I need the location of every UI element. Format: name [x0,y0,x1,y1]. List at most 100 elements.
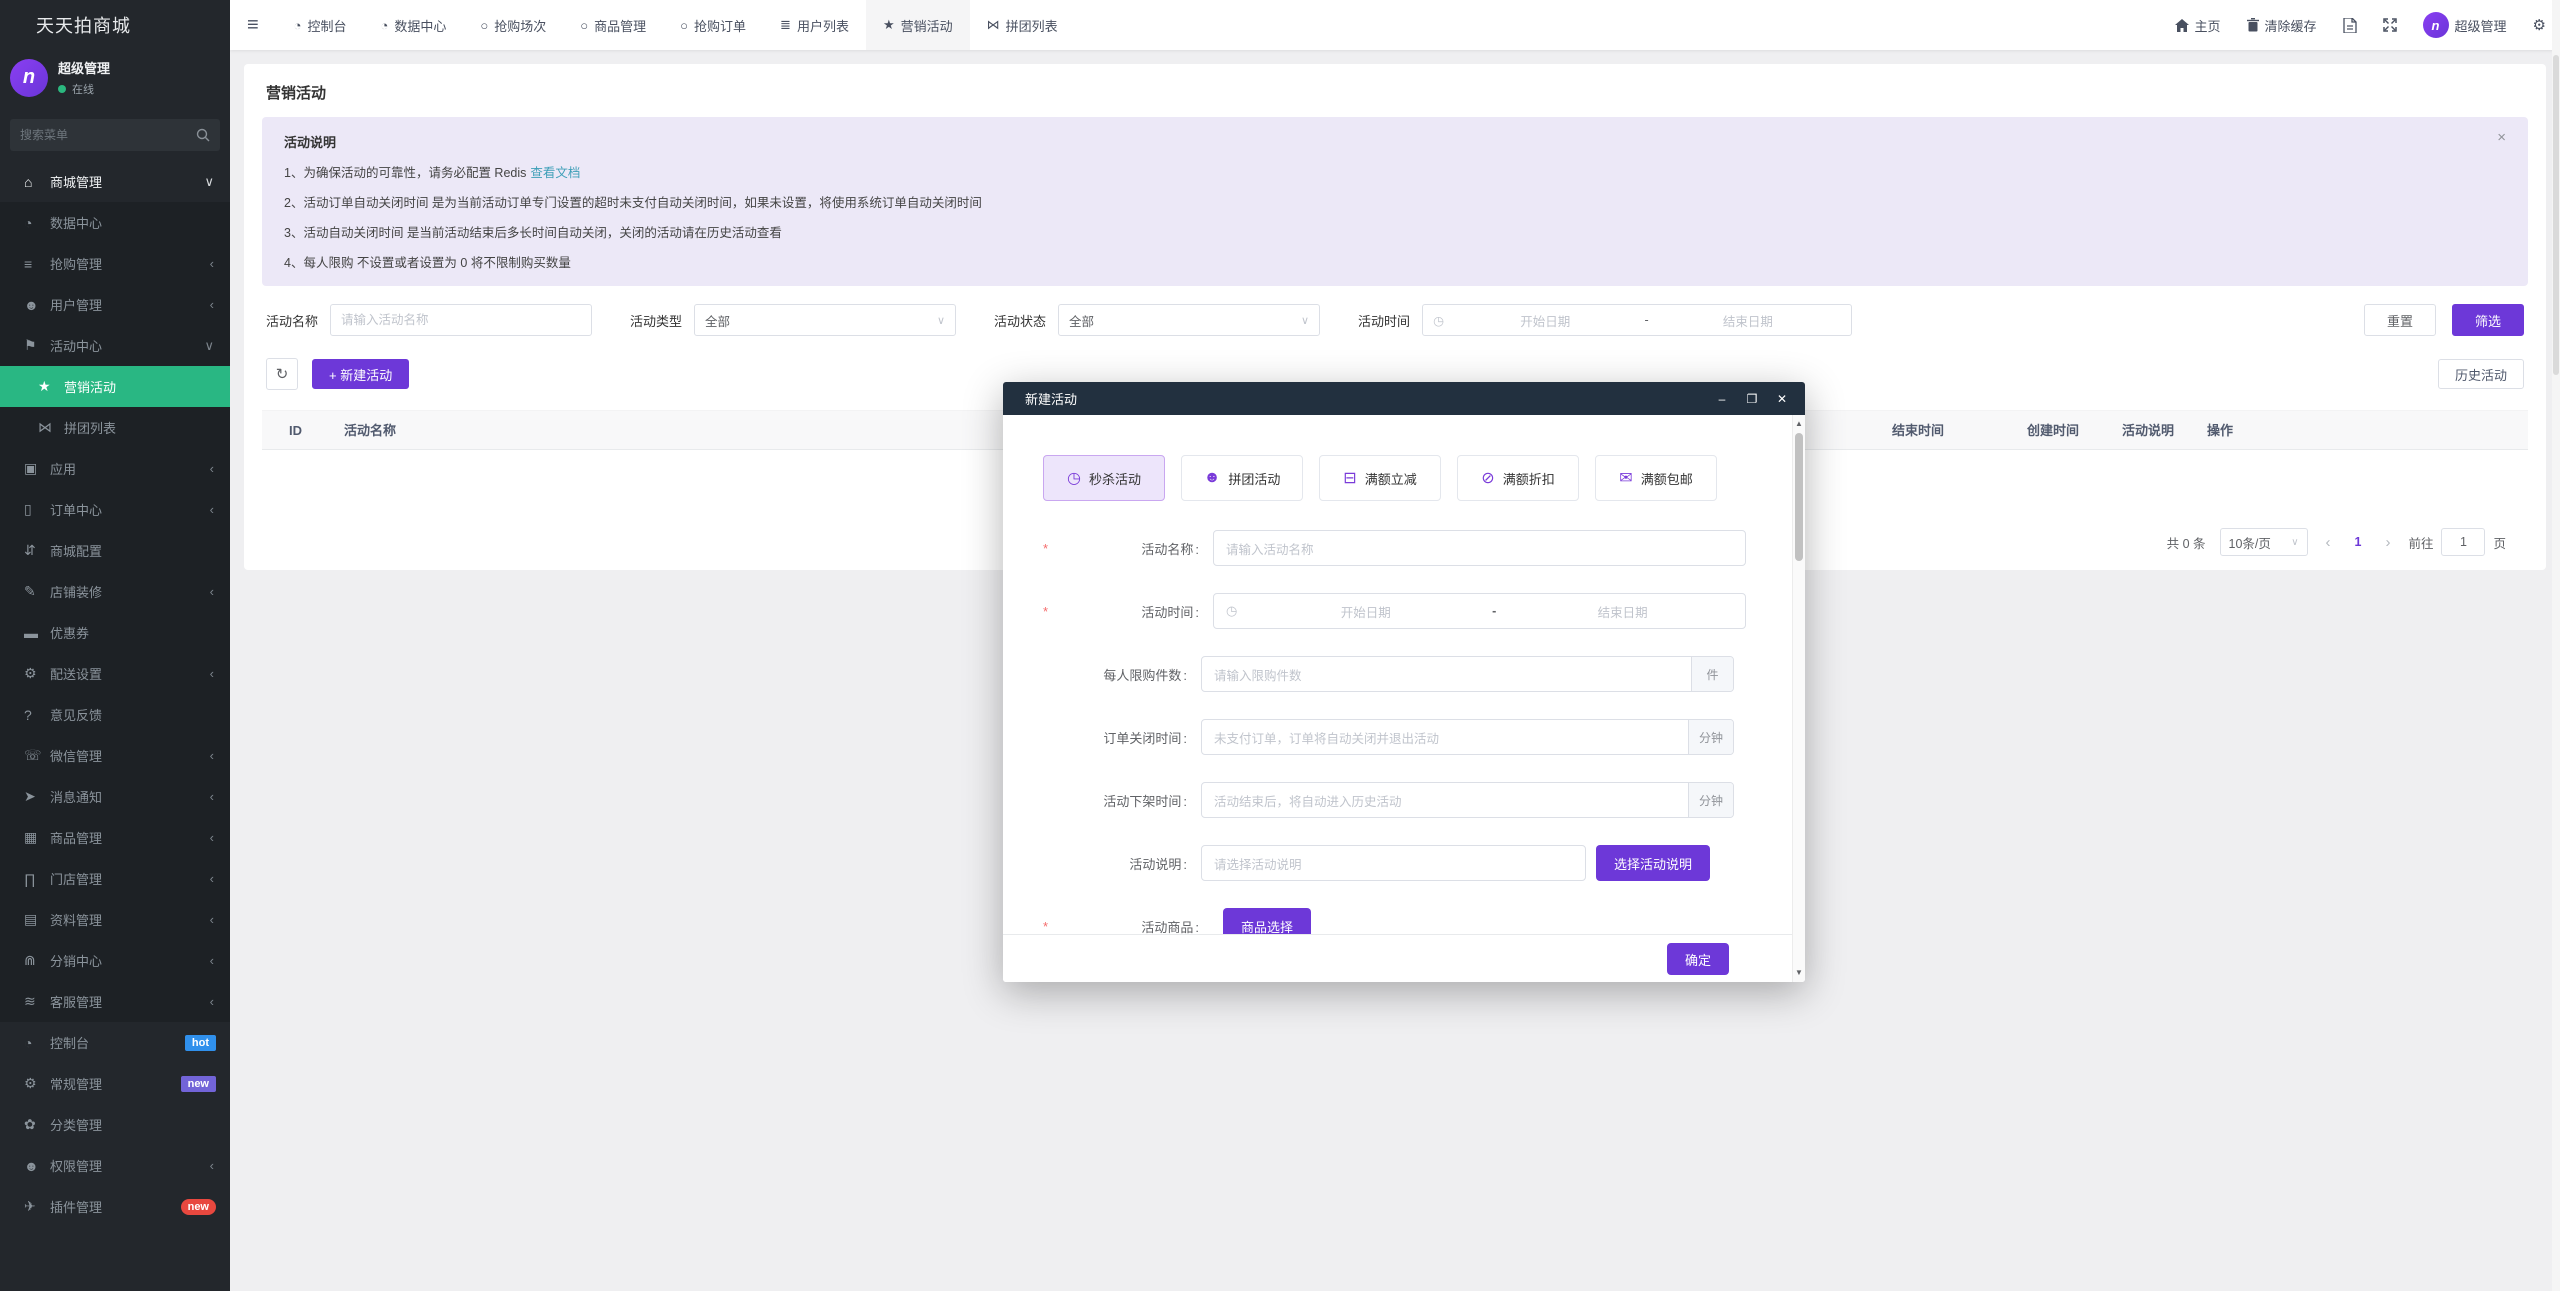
app-icon: ▣ [24,460,48,477]
activity-type-select[interactable]: 全部 ∨ [694,304,956,336]
filter-button[interactable]: 筛选 [2452,304,2524,336]
sidebar-item-wechat-manage[interactable]: ☏ 微信管理 ‹ [0,735,230,776]
notice-title: 活动说明 [284,132,2506,151]
sidebar-item-data-center[interactable]: ◔ 数据中心 [0,202,230,243]
user-menu[interactable]: n 超级管理 [2423,12,2507,38]
sidebar-item-user-manage[interactable]: ☻ 用户管理 ‹ [0,284,230,325]
chevron-down-icon: ∨ [1301,314,1309,327]
sidebar-item-mall-config[interactable]: ⇵ 商城配置 [0,530,230,571]
order-icon: ▯ [24,501,48,518]
dialog-header[interactable]: 新建活动 – ❐ ✕ [1003,382,1805,415]
sidebar-item-shop-decorate[interactable]: ✎ 店铺装修 ‹ [0,571,230,612]
sidebar-item-general-manage[interactable]: ⚙ 常规管理 new [0,1063,230,1104]
maximize-icon[interactable]: ❐ [1745,392,1759,406]
tab-flash-sessions[interactable]: ○ 抢购场次 [463,0,563,50]
activity-name-input-field[interactable] [341,313,581,327]
avatar: n [2423,12,2449,38]
sidebar-item-groupbuy-list[interactable]: ⋈ 拼团列表 [0,407,230,448]
field-label: 活动说明 [1043,854,1201,873]
gear-icon: ⚙ [24,665,48,682]
page-scrollbar[interactable] [2552,0,2560,1291]
chevron-down-icon: ∨ [937,314,945,327]
settings-button[interactable]: ⚙ [2533,16,2546,34]
tab-marketing-activity[interactable]: ★ 营销活动 [866,0,970,50]
activity-name-input[interactable] [330,304,592,336]
sidebar-item-activity-center[interactable]: ⚑ 活动中心 ∨ [0,325,230,366]
prev-page-button[interactable]: ‹ [2322,534,2335,551]
sidebar-item-console[interactable]: ◔ 控制台 hot [0,1022,230,1063]
activity-time-range-picker[interactable]: ◷ 开始日期 - 结束日期 [1422,304,1852,336]
scroll-down-icon[interactable]: ▼ [1793,966,1805,980]
circle-icon: ○ [480,18,488,33]
sidebar-item-mall-manage[interactable]: ⌂ 商城管理 ∨ [0,161,230,202]
sidebar-item-material-manage[interactable]: ▤ 资料管理 ‹ [0,899,230,940]
tab-data-center[interactable]: ◔ 数据中心 [364,0,464,50]
field-input[interactable]: 未支付订单，订单将自动关闭并退出活动 分钟 [1201,719,1734,755]
sidebar-search-input[interactable] [20,128,196,142]
reset-button[interactable]: 重置 [2364,304,2436,336]
sidebar-item-plugin-manage[interactable]: ✈ 插件管理 new [0,1186,230,1227]
gear-icon: ⚙ [24,1075,48,1092]
field-input[interactable]: 请选择活动说明 [1201,845,1586,881]
sidebar-item-store-manage[interactable]: ∏ 门店管理 ‹ [0,858,230,899]
dialog-scrollbar[interactable]: ▲ ▼ [1792,415,1805,982]
type-full-reduction[interactable]: ⊟ 满额立减 [1319,455,1441,501]
close-icon[interactable]: ✕ [1775,392,1789,406]
sidebar-search[interactable] [10,119,220,151]
type-free-shipping[interactable]: ✉ 满额包邮 [1595,455,1717,501]
close-icon[interactable]: × [2497,129,2506,146]
history-activity-button[interactable]: 历史活动 [2438,359,2524,389]
fullscreen-button[interactable] [2383,18,2397,32]
clear-cache-button[interactable]: 清除缓存 [2247,16,2317,35]
sidebar-item-order-center[interactable]: ▯ 订单中心 ‹ [0,489,230,530]
type-seckill[interactable]: ◷ 秒杀活动 [1043,455,1165,501]
sidebar-item-category-manage[interactable]: ✿ 分类管理 [0,1104,230,1145]
badge: new [181,1076,216,1092]
dashboard-icon: ◔ [294,18,302,33]
sidebar-item-service-manage[interactable]: ≋ 客服管理 ‹ [0,981,230,1022]
field-input[interactable]: 请输入活动名称 [1213,530,1746,566]
tab-flash-orders[interactable]: ○ 抢购订单 [663,0,763,50]
tab-goods-manage[interactable]: ○ 商品管理 [563,0,663,50]
docs-link[interactable]: 查看文档 [530,166,580,180]
field-label: 每人限购件数 [1043,665,1201,684]
sidebar-item-flash-manage[interactable]: ≡ 抢购管理 ‹ [0,243,230,284]
refresh-button[interactable]: ↻ [266,358,298,390]
sidebar-item-message-notice[interactable]: ➤ 消息通知 ‹ [0,776,230,817]
current-page[interactable]: 1 [2349,535,2368,549]
next-page-button[interactable]: › [2381,534,2394,551]
field-input[interactable]: 请输入限购件数 件 [1201,656,1734,692]
sidebar-item-feedback[interactable]: ? 意见反馈 [0,694,230,735]
sidebar-item-delivery-settings[interactable]: ⚙ 配送设置 ‹ [0,653,230,694]
field-input[interactable]: 活动结束后，将自动进入历史活动 分钟 [1201,782,1734,818]
confirm-button[interactable]: 确定 [1667,943,1729,975]
tab-groupbuy-list[interactable]: ⋈ 拼团列表 [970,0,1075,50]
scrollbar-thumb[interactable] [1795,433,1803,561]
field-action-button[interactable]: 选择活动说明 [1596,845,1710,881]
hamburger-menu-icon[interactable]: ≡ [247,14,259,37]
document-button[interactable] [2343,18,2357,33]
app-logo-row: 天天拍商城 [0,0,230,50]
sidebar-item-distribution-center[interactable]: ⋒ 分销中心 ‹ [0,940,230,981]
goto-page-input[interactable] [2441,528,2485,556]
sidebar-item-apps[interactable]: ▣ 应用 ‹ [0,448,230,489]
sidebar-item-marketing-activity[interactable]: ★ 营销活动 [0,366,230,407]
filter-name-label: 活动名称 [266,311,318,330]
tab-console[interactable]: ◔ 控制台 [277,0,364,50]
scroll-up-icon[interactable]: ▲ [1793,417,1805,431]
page-scrollbar-thumb[interactable] [2553,55,2559,375]
megaphone-icon: ➤ [24,788,48,805]
sidebar-item-permission-manage[interactable]: ☻ 权限管理 ‹ [0,1145,230,1186]
tab-user-list[interactable]: ≣ 用户列表 [763,0,866,50]
home-button[interactable]: 主页 [2175,16,2221,35]
create-activity-button[interactable]: + 新建活动 [312,359,409,389]
field-action-button[interactable]: 商品选择 [1223,908,1311,934]
sidebar-item-goods-manage[interactable]: ▦ 商品管理 ‹ [0,817,230,858]
sidebar-item-coupon[interactable]: ▬ 优惠券 [0,612,230,653]
page-size-select[interactable]: 10条/页 ∨ [2220,528,2308,556]
type-groupbuy[interactable]: ☻ 拼团活动 [1181,455,1303,501]
type-full-discount[interactable]: ⊘ 满额折扣 [1457,455,1579,501]
field-input[interactable]: ◷ 开始日期 - 结束日期 [1213,593,1746,629]
minimize-icon[interactable]: – [1715,392,1729,406]
activity-status-select[interactable]: 全部 ∨ [1058,304,1320,336]
